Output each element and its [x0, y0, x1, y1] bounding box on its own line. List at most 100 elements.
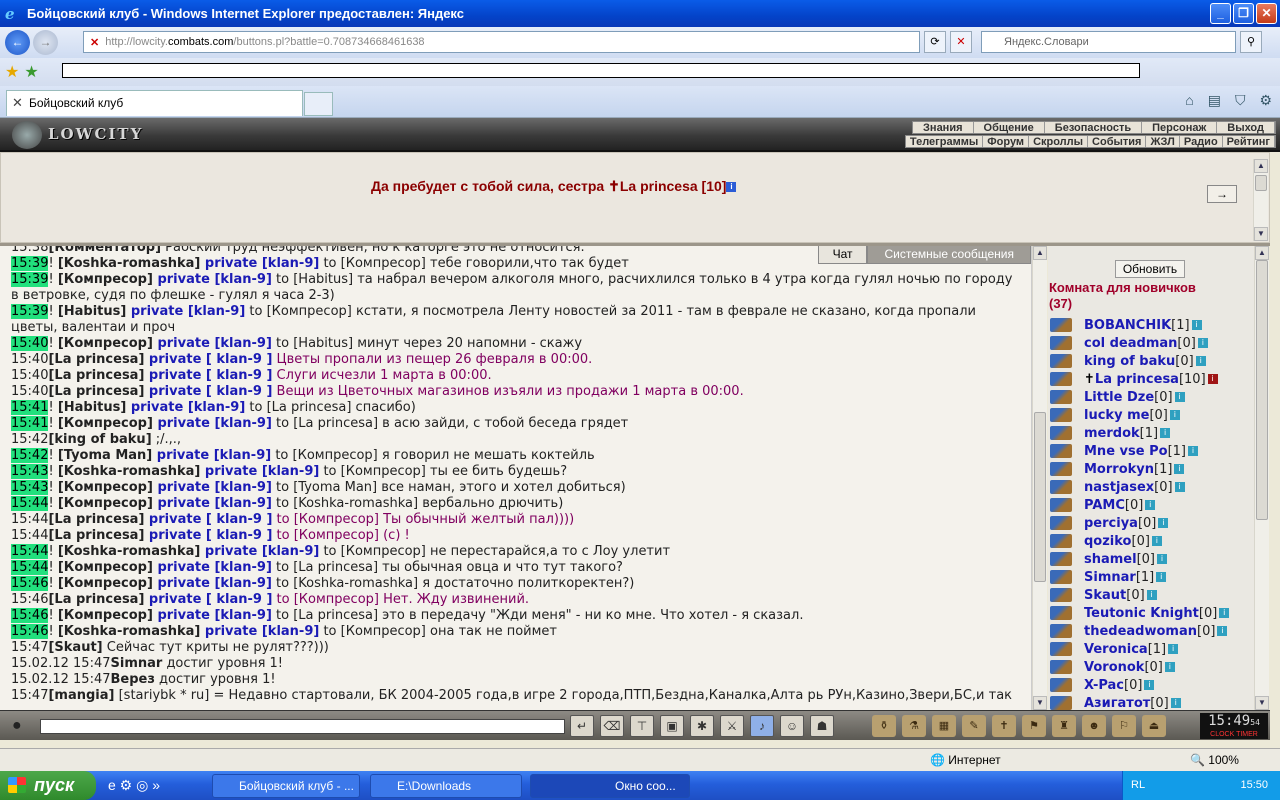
- info-icon[interactable]: i: [1146, 590, 1157, 600]
- user-list-item[interactable]: shamel [0] i: [1050, 550, 1250, 568]
- forward-button[interactable]: →: [33, 30, 58, 55]
- chat-private-tag[interactable]: private [klan-9]: [200, 256, 319, 271]
- chat-private-tag[interactable]: private [klan-9]: [200, 544, 319, 559]
- chat-nick[interactable]: [Skaut]: [48, 640, 102, 655]
- user-list-item[interactable]: BOBANCHIK [1] i: [1050, 316, 1250, 334]
- zoom-level[interactable]: 🔍 100%: [1190, 753, 1239, 767]
- chat-nick[interactable]: [Koshka-romashka]: [58, 256, 201, 271]
- info-icon[interactable]: i: [1168, 644, 1179, 654]
- user-name[interactable]: qoziko: [1084, 534, 1132, 549]
- info-icon[interactable]: i: [1207, 374, 1218, 384]
- search-input[interactable]: Яндекс.Словари: [981, 31, 1236, 53]
- chat-nick[interactable]: [Tyoma Man]: [58, 448, 152, 463]
- map-icon[interactable]: ⚑: [1022, 715, 1046, 737]
- user-list-item[interactable]: Little Dze [0] i: [1050, 388, 1250, 406]
- chat-nick[interactable]: [Компресор]: [58, 480, 153, 495]
- music-icon[interactable]: ♪: [750, 715, 774, 737]
- add-favorite-icon[interactable]: ★: [24, 62, 38, 82]
- chat-private-tag[interactable]: private [ klan-9 ]: [144, 592, 273, 607]
- chat-private-tag[interactable]: private [ klan-9 ]: [144, 384, 273, 399]
- chat-nick[interactable]: [Koshka-romashka]: [58, 464, 201, 479]
- user-list-item[interactable]: Азигатот [0] i: [1050, 694, 1250, 710]
- maximize-button[interactable]: ❐: [1233, 3, 1254, 24]
- mask-icon[interactable]: ☗: [810, 715, 834, 737]
- menu-item[interactable]: Выход: [1217, 122, 1275, 134]
- chat-private-tag[interactable]: private [klan-9]: [153, 560, 271, 575]
- fighter-icon[interactable]: ✱: [690, 715, 714, 737]
- chat-nick[interactable]: [Habitus]: [58, 304, 127, 319]
- user-name[interactable]: X-Pac: [1084, 678, 1124, 693]
- language-indicator[interactable]: RL: [1131, 771, 1145, 800]
- user-list-item[interactable]: king of baku [0] i: [1050, 352, 1250, 370]
- user-name[interactable]: merdok: [1084, 426, 1140, 441]
- submenu-item[interactable]: Скроллы: [1029, 136, 1089, 148]
- refresh-button[interactable]: Обновить: [1115, 260, 1185, 278]
- chat-nick[interactable]: [La princesa]: [48, 368, 144, 383]
- info-icon[interactable]: i: [1219, 608, 1230, 618]
- menu-item[interactable]: Знания: [913, 122, 974, 134]
- info-icon[interactable]: i: [1160, 428, 1171, 438]
- user-name[interactable]: Азигатот: [1084, 696, 1150, 711]
- submenu-item[interactable]: Радио: [1180, 136, 1223, 148]
- user-list-item[interactable]: Simnar [1] i: [1050, 568, 1250, 586]
- exit-icon[interactable]: ⏏: [1142, 715, 1166, 737]
- user-list-item[interactable]: Morrokyn [1] i: [1050, 460, 1250, 478]
- close-button[interactable]: ✕: [1256, 3, 1277, 24]
- people-icon[interactable]: ☻: [1082, 715, 1106, 737]
- chat-private-tag[interactable]: private [klan-9]: [153, 608, 271, 623]
- chat-nick[interactable]: [Компресор]: [58, 576, 153, 591]
- chat-nick[interactable]: [Компресор]: [58, 608, 153, 623]
- chat-private-tag[interactable]: private [ klan-9 ]: [144, 368, 273, 383]
- page-icon[interactable]: ▤: [1208, 92, 1221, 109]
- user-name[interactable]: lucky me: [1084, 408, 1149, 423]
- chat-scrollbar[interactable]: ▲ ▼: [1032, 246, 1047, 710]
- start-button[interactable]: пуск: [0, 771, 96, 800]
- new-tab-button[interactable]: [304, 92, 333, 116]
- chat-private-tag[interactable]: private [klan-9]: [153, 496, 271, 511]
- user-name[interactable]: Little Dze: [1084, 390, 1154, 405]
- chat-nick[interactable]: [Habitus]: [58, 400, 127, 415]
- taskbar-item-downloads[interactable]: E:\Downloads: [370, 774, 522, 798]
- filter-icon[interactable]: ⊤: [630, 715, 654, 737]
- tab-active[interactable]: ✕ Бойцовский клуб: [6, 90, 303, 116]
- info-icon[interactable]: i: [1197, 338, 1208, 348]
- chat-private-tag[interactable]: private [klan-9]: [200, 464, 319, 479]
- user-name[interactable]: Morrokyn: [1084, 462, 1154, 477]
- chat-private-tag[interactable]: private [ klan-9 ]: [144, 512, 273, 527]
- safety-icon[interactable]: ⛉: [1235, 92, 1246, 109]
- taskbar-item-window[interactable]: Окно соо...: [530, 774, 690, 798]
- submenu-item[interactable]: Форум: [983, 136, 1030, 148]
- inventory-icon[interactable]: ▦: [932, 715, 956, 737]
- chat-nick[interactable]: [La princesa]: [48, 352, 144, 367]
- info-icon[interactable]: i: [1157, 554, 1168, 564]
- send-icon[interactable]: ↵: [570, 715, 594, 737]
- submenu-item[interactable]: ЖЗЛ: [1146, 136, 1180, 148]
- user-list-item[interactable]: Teutonic Knight [0] i: [1050, 604, 1250, 622]
- user-name[interactable]: perciya: [1084, 516, 1138, 531]
- chat-nick[interactable]: [Koshka-romashka]: [58, 624, 201, 639]
- info-icon[interactable]: i: [1195, 356, 1206, 366]
- chat-private-tag[interactable]: private [klan-9]: [152, 448, 271, 463]
- user-list-item[interactable]: col deadman [0] i: [1050, 334, 1250, 352]
- refresh-icon[interactable]: ⟳: [924, 31, 946, 53]
- user-name[interactable]: nastjasex: [1084, 480, 1154, 495]
- user-list-item[interactable]: lucky me [0] i: [1050, 406, 1250, 424]
- chat-nick[interactable]: [Компресор]: [58, 272, 153, 287]
- back-button[interactable]: ←: [5, 30, 30, 55]
- menu-item[interactable]: Персонаж: [1142, 122, 1218, 134]
- favorites-star-icon[interactable]: ★: [5, 62, 19, 82]
- user-name[interactable]: Skaut: [1084, 588, 1126, 603]
- taskbar-item-ie[interactable]: Бойцовский клуб - ...: [212, 774, 360, 798]
- chat-icon[interactable]: ●: [12, 717, 22, 735]
- chat-private-tag[interactable]: private [klan-9]: [153, 272, 271, 287]
- chat-private-tag[interactable]: private [klan-9]: [126, 304, 245, 319]
- info-icon[interactable]: i: [1187, 446, 1198, 456]
- search-icon[interactable]: ⚲: [1240, 31, 1262, 53]
- user-list-item[interactable]: Mne vse Po [1] i: [1050, 442, 1250, 460]
- stop-icon[interactable]: ✕: [950, 31, 972, 53]
- chat-private-tag[interactable]: private [ klan-9 ]: [144, 528, 273, 543]
- user-list-item[interactable]: qoziko [0] i: [1050, 532, 1250, 550]
- home-icon[interactable]: ⌂: [1185, 92, 1193, 109]
- user-list-item[interactable]: ✝ La princesa [10] i: [1050, 370, 1250, 388]
- info-icon[interactable]: i: [1174, 482, 1185, 492]
